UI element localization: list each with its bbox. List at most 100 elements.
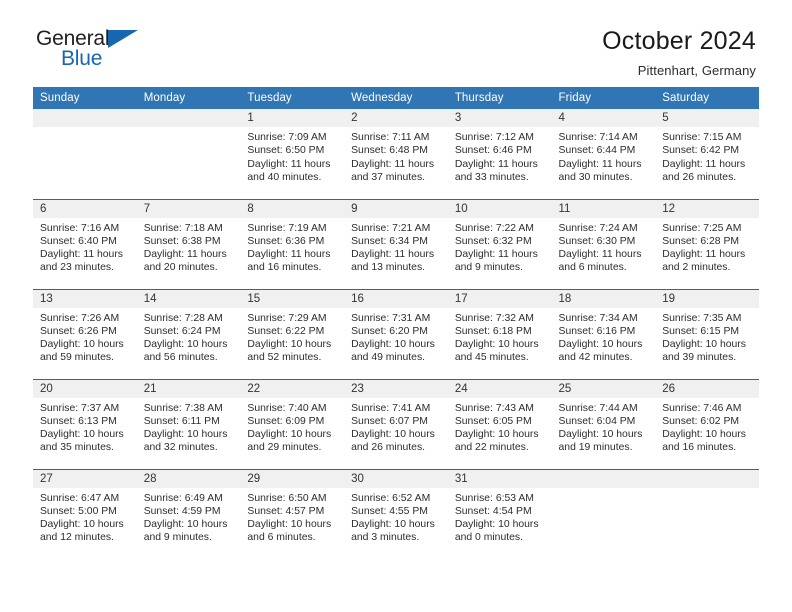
sunset-text: Sunset: 6:40 PM: [40, 235, 117, 247]
day-number: 7: [136, 199, 241, 218]
day-number: [551, 469, 656, 488]
day-number: 13: [33, 289, 137, 308]
daylight-text: and 16 minutes.: [662, 442, 737, 454]
general-blue-logo[interactable]: General Blue: [36, 26, 156, 74]
day-number: 12: [655, 199, 759, 218]
day-cell-inner: 10 Sunrise: 7:22 AM Sunset: 6:32 PM Dayligh…: [447, 199, 552, 289]
calendar-day-cell[interactable]: 31 Sunrise: 6:53 AM Sunset: 4:54 PM Dayligh…: [447, 468, 552, 559]
sunset-text: Sunset: 6:18 PM: [454, 325, 532, 337]
sunrise-text: Sunrise: 7:11 AM: [351, 132, 430, 143]
day-details: Sunrise: 7:24 AM Sunset: 6:30 PM Daylight:…: [552, 218, 656, 275]
day-cell-inner: 20 Sunrise: 7:37 AM Sunset: 6:13 PM Dayligh…: [33, 379, 137, 469]
calendar-day-cell[interactable]: 10 Sunrise: 7:22 AM Sunset: 6:32 PM Dayligh…: [447, 198, 552, 289]
day-cell-inner: [136, 109, 241, 199]
calendar-day-cell[interactable]: 13 Sunrise: 7:26 AM Sunset: 6:26 PM Dayligh…: [33, 288, 137, 379]
day-details: [33, 127, 137, 131]
day-number: 18: [551, 289, 656, 308]
day-number: 16: [344, 289, 448, 308]
day-cell-inner: 3 Sunrise: 7:12 AM Sunset: 6:46 PM Daylight…: [447, 109, 552, 199]
sunrise-text: Sunrise: 7:46 AM: [662, 402, 742, 414]
calendar-day-cell[interactable]: 19 Sunrise: 7:35 AM Sunset: 6:15 PM Dayligh…: [655, 288, 759, 379]
day-details: Sunrise: 7:34 AM Sunset: 6:16 PM Daylight:…: [552, 308, 656, 365]
daylight-text: and 29 minutes.: [247, 442, 322, 454]
calendar-day-cell[interactable]: 30 Sunrise: 6:52 AM Sunset: 4:55 PM Dayligh…: [344, 468, 448, 560]
day-details: Sunrise: 6:53 AM Sunset: 4:54 PM Daylight:…: [448, 488, 552, 545]
sunset-text: Sunset: 6:44 PM: [558, 145, 636, 157]
sunrise-text: Sunrise: 7:37 AM: [40, 402, 120, 414]
calendar-day-cell[interactable]: 26 Sunrise: 7:46 AM Sunset: 6:02 PM Dayligh…: [655, 378, 759, 469]
calendar-day-cell[interactable]: 7 Sunrise: 7:18 AM Sunset: 6:38 PM Daylight…: [136, 198, 241, 289]
weekday-header-cell: Friday: [551, 87, 656, 109]
calendar-day-cell[interactable]: 27 Sunrise: 6:47 AM Sunset: 5:00 PM Dayligh…: [33, 468, 137, 559]
sunset-text: Sunset: 6:13 PM: [40, 415, 117, 427]
daylight-text: and 37 minutes.: [351, 171, 426, 183]
sunset-text: Sunset: 6:46 PM: [454, 145, 532, 157]
sunset-text: Sunset: 6:20 PM: [351, 325, 428, 337]
day-cell-inner: 16 Sunrise: 7:31 AM Sunset: 6:20 PM Dayligh…: [344, 289, 448, 379]
daylight-text: and 56 minutes.: [143, 352, 218, 364]
calendar-day-cell[interactable]: 20 Sunrise: 7:37 AM Sunset: 6:13 PM Dayligh…: [33, 378, 137, 469]
calendar-day-cell[interactable]: 1 Sunrise: 7:09 AM Sunset: 6:50 PM Daylight…: [240, 109, 345, 199]
day-number: [33, 109, 137, 127]
daylight-text: and 32 minutes.: [143, 442, 218, 454]
daylight-text: Daylight: 10 hours: [351, 339, 435, 351]
calendar-day-cell[interactable]: 2 Sunrise: 7:11 AM Sunset: 6:48 PM Daylight…: [344, 109, 448, 199]
daylight-text: and 20 minutes.: [143, 262, 218, 274]
daylight-text: Daylight: 10 hours: [662, 429, 746, 441]
daylight-text: Daylight: 11 hours: [454, 158, 538, 170]
calendar-day-cell[interactable]: 23 Sunrise: 7:41 AM Sunset: 6:07 PM Dayligh…: [344, 378, 448, 469]
calendar-day-cell[interactable]: 29 Sunrise: 6:50 AM Sunset: 4:57 PM Dayligh…: [240, 468, 345, 559]
sunrise-text: Sunrise: 7:34 AM: [558, 312, 638, 324]
calendar-day-cell[interactable]: 14 Sunrise: 7:28 AM Sunset: 6:24 PM Dayligh…: [136, 288, 241, 379]
daylight-text: and 2 minutes.: [662, 262, 731, 274]
calendar-day-cell[interactable]: 25 Sunrise: 7:44 AM Sunset: 6:04 PM Dayligh…: [551, 378, 656, 469]
calendar-day-cell[interactable]: 24 Sunrise: 7:43 AM Sunset: 6:05 PM Dayligh…: [447, 378, 552, 469]
calendar-day-cell[interactable]: 18 Sunrise: 7:34 AM Sunset: 6:16 PM Dayligh…: [551, 288, 656, 379]
day-cell-inner: 22 Sunrise: 7:40 AM Sunset: 6:09 PM Dayligh…: [240, 379, 345, 469]
daylight-text: and 13 minutes.: [351, 262, 426, 274]
sunset-text: Sunset: 6:24 PM: [143, 325, 221, 337]
calendar-day-cell[interactable]: 6 Sunrise: 7:16 AM Sunset: 6:40 PM Daylight…: [33, 198, 137, 289]
calendar-day-cell[interactable]: 5 Sunrise: 7:15 AM Sunset: 6:42 PM Daylight…: [655, 109, 759, 199]
calendar-day-cell[interactable]: 4 Sunrise: 7:14 AM Sunset: 6:44 PM Daylight…: [551, 109, 656, 199]
daylight-text: and 6 minutes.: [247, 532, 316, 544]
calendar-day-cell[interactable]: 22 Sunrise: 7:40 AM Sunset: 6:09 PM Dayligh…: [240, 378, 345, 469]
day-cell-inner: 30 Sunrise: 6:52 AM Sunset: 4:55 PM Dayligh…: [344, 469, 448, 560]
calendar-day-cell[interactable]: 15 Sunrise: 7:29 AM Sunset: 6:22 PM Dayligh…: [240, 288, 345, 379]
sunset-text: Sunset: 6:05 PM: [454, 415, 532, 427]
daylight-text: and 12 minutes.: [40, 532, 114, 544]
sunrise-text: Sunrise: 6:53 AM: [454, 492, 534, 504]
calendar-day-cell[interactable]: 9 Sunrise: 7:21 AM Sunset: 6:34 PM Daylight…: [344, 198, 448, 289]
calendar-day-cell[interactable]: 3 Sunrise: 7:12 AM Sunset: 6:46 PM Daylight…: [447, 109, 552, 199]
day-cell-inner: [551, 469, 656, 560]
day-cell-inner: 28 Sunrise: 6:49 AM Sunset: 4:59 PM Dayligh…: [136, 469, 241, 560]
sunset-text: Sunset: 5:00 PM: [40, 505, 117, 517]
month-calendar: Sunday Monday Tuesday Wednesday Thursday Frid…: [33, 87, 759, 559]
day-number: 17: [447, 289, 552, 308]
day-details: Sunrise: 7:41 AM Sunset: 6:07 PM Daylight:…: [344, 398, 448, 455]
day-cell-inner: 6 Sunrise: 7:16 AM Sunset: 6:40 PM Daylight…: [33, 199, 137, 289]
calendar-day-cell[interactable]: 28 Sunrise: 6:49 AM Sunset: 4:59 PM Dayligh…: [136, 468, 241, 560]
day-cell-inner: 21 Sunrise: 7:38 AM Sunset: 6:11 PM Dayligh…: [136, 379, 241, 469]
day-number: 10: [447, 199, 552, 218]
day-number: 4: [551, 109, 656, 127]
calendar-week-row: 6 Sunrise: 7:16 AM Sunset: 6:40 PM Daylight…: [33, 198, 759, 289]
day-cell-inner: 12 Sunrise: 7:25 AM Sunset: 6:28 PM Dayligh…: [655, 199, 759, 289]
calendar-day-cell[interactable]: 11 Sunrise: 7:24 AM Sunset: 6:30 PM Dayligh…: [551, 198, 656, 289]
calendar-day-cell[interactable]: 12 Sunrise: 7:25 AM Sunset: 6:28 PM Dayligh…: [655, 198, 759, 289]
calendar-week-row: 27 Sunrise: 6:47 AM Sunset: 5:00 PM Dayligh…: [33, 468, 759, 560]
daylight-text: Daylight: 11 hours: [247, 158, 331, 170]
daylight-text: and 42 minutes.: [558, 352, 633, 364]
calendar-day-cell[interactable]: 21 Sunrise: 7:38 AM Sunset: 6:11 PM Dayligh…: [136, 378, 241, 469]
sunrise-text: Sunrise: 7:32 AM: [454, 312, 534, 324]
calendar-day-cell[interactable]: 17 Sunrise: 7:32 AM Sunset: 6:18 PM Dayligh…: [447, 288, 552, 379]
day-number: 3: [447, 109, 552, 127]
sunset-text: Sunset: 4:54 PM: [454, 505, 532, 517]
calendar-day-cell[interactable]: 16 Sunrise: 7:31 AM Sunset: 6:20 PM Dayligh…: [344, 288, 448, 379]
weekday-header-cell: Saturday: [655, 87, 759, 109]
calendar-week-row: 20 Sunrise: 7:37 AM Sunset: 6:13 PM Dayligh…: [33, 378, 759, 469]
sunset-text: Sunset: 6:36 PM: [247, 235, 325, 247]
day-details: Sunrise: 7:15 AM Sunset: 6:42 PM Daylight:…: [655, 127, 759, 184]
day-cell-inner: 13 Sunrise: 7:26 AM Sunset: 6:26 PM Dayligh…: [33, 289, 137, 379]
calendar-day-cell[interactable]: 8 Sunrise: 7:19 AM Sunset: 6:36 PM Daylight…: [240, 198, 345, 289]
